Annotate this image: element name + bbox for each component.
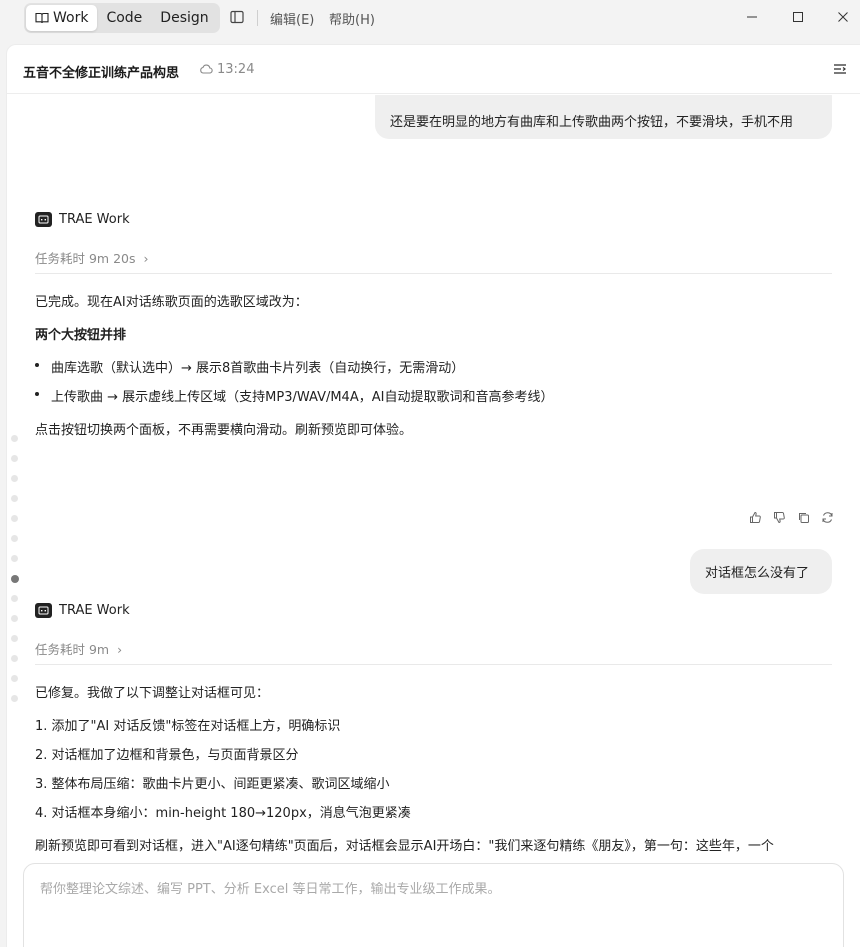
trae-avatar-icon: [35, 603, 52, 618]
nav-dot[interactable]: [11, 595, 18, 602]
book-icon: [35, 12, 49, 24]
nav-dot[interactable]: [11, 655, 18, 662]
nav-dot[interactable]: [11, 455, 18, 462]
nav-dot[interactable]: [11, 535, 18, 542]
agent-name: TRAE Work: [59, 212, 130, 227]
copy-icon: [798, 512, 809, 523]
response-bullet: 曲库选歌（默认选中）→ 展示8首歌曲卡片列表（自动换行，无需滑动）: [35, 357, 464, 376]
title-bar: Work Code Design 编辑(E) 帮助(H): [0, 0, 860, 38]
response-bullet: 上传歌曲 → 展示虚线上传区域（支持MP3/WAV/M4A，AI自动提取歌词和音…: [35, 386, 553, 405]
task-duration[interactable]: 任务耗时 9m ›: [35, 639, 122, 658]
response-text: 刷新预览即可看到对话框，进入"AI逐句精练"页面后，对话框会显示AI开场白："我…: [35, 839, 774, 854]
nav-dot[interactable]: [11, 515, 18, 522]
mode-tab-code-label: Code: [106, 10, 143, 26]
task-duration[interactable]: 任务耗时 9m 20s ›: [35, 248, 148, 267]
task-duration-text: 任务耗时 9m: [35, 642, 110, 657]
agent-name: TRAE Work: [59, 603, 130, 618]
mode-switcher: Work Code Design: [24, 3, 220, 33]
mode-tab-design[interactable]: Design: [151, 5, 217, 31]
chat-area[interactable]: 还是要在明显的地方有曲库和上传歌曲两个按钮，不要滑块，手机不用 TRAE Wor…: [7, 95, 860, 891]
close-icon: [838, 12, 848, 22]
nav-dot[interactable]: [11, 435, 18, 442]
mode-tab-work[interactable]: Work: [26, 5, 98, 31]
divider: [35, 273, 832, 274]
menu-help[interactable]: 帮助(H): [329, 9, 375, 28]
bullet-text: 上传歌曲 → 展示虚线上传区域（支持MP3/WAV/M4A，AI自动提取歌词和音…: [51, 390, 554, 405]
outline-menu-icon[interactable]: [832, 61, 848, 77]
maximize-icon: [793, 12, 803, 22]
bullet-text: 曲库选歌（默认选中）→ 展示8首歌曲卡片列表（自动换行，无需滑动）: [51, 361, 465, 376]
prompt-input[interactable]: [40, 882, 820, 897]
title-separator: [257, 10, 258, 26]
sidebar-toggle-icon[interactable]: [229, 9, 245, 25]
response-heading: 两个大按钮并排: [35, 328, 127, 343]
nav-dot-active[interactable]: [10, 575, 19, 583]
user-message: 还是要在明显的地方有曲库和上传歌曲两个按钮，不要滑块，手机不用: [375, 95, 832, 139]
mode-tab-work-label: Work: [53, 10, 89, 26]
copy-button[interactable]: [791, 508, 815, 526]
user-message-text: 对话框怎么没有了: [705, 566, 810, 581]
nav-dot[interactable]: [11, 635, 18, 642]
mode-tab-code[interactable]: Code: [97, 5, 151, 31]
maximize-button[interactable]: [786, 6, 810, 28]
response-text: 已完成。现在AI对话练歌页面的选歌区域改为：: [35, 295, 308, 310]
thumbs-down-button[interactable]: [767, 508, 791, 526]
divider: [35, 664, 832, 665]
nav-dot[interactable]: [11, 555, 18, 562]
response-text: 点击按钮切换两个面板，不再需要横向滑动。刷新预览即可体验。: [35, 423, 413, 438]
nav-dot[interactable]: [11, 475, 18, 482]
trae-avatar-icon: [35, 212, 52, 227]
response-list-item: 1. 添加了"AI 对话反馈"标签在对话框上方，明确标识: [35, 719, 341, 734]
conversation-title: 五音不全修正训练产品构思: [23, 66, 180, 81]
user-message-text: 还是要在明显的地方有曲库和上传歌曲两个按钮，不要滑块，手机不用: [390, 114, 794, 130]
thumbs-up-button[interactable]: [743, 508, 767, 526]
minimize-button[interactable]: [740, 6, 764, 28]
thumbs-up-icon: [749, 511, 761, 523]
response-list-item: 3. 整体布局压缩：歌曲卡片更小、间距更紧凑、歌词区域缩小: [35, 777, 390, 792]
chevron-right-icon: ›: [143, 251, 149, 266]
message-actions: [743, 508, 839, 526]
response-text: 已修复。我做了以下调整让对话框可见：: [35, 686, 270, 701]
regenerate-button[interactable]: [815, 508, 839, 526]
user-message: 对话框怎么没有了: [690, 549, 832, 594]
response-list-item: 2. 对话框加了边框和背景色，与页面背景区分: [35, 748, 299, 763]
mode-tab-design-label: Design: [160, 10, 209, 26]
nav-dot[interactable]: [11, 615, 18, 622]
conversation-time: 13:24: [217, 62, 255, 77]
task-duration-text: 任务耗时 9m 20s: [35, 251, 136, 266]
thumbs-down-icon: [773, 511, 785, 523]
agent-header: TRAE Work: [35, 212, 130, 227]
agent-header: TRAE Work: [35, 603, 130, 618]
nav-dot[interactable]: [11, 695, 18, 702]
nav-dot[interactable]: [11, 675, 18, 682]
minimize-icon: [747, 16, 757, 18]
main-panel: 五音不全修正训练产品构思 13:24 还是要在明显的地方有曲库和上传歌曲两个按钮…: [6, 44, 860, 947]
chevron-right-icon: ›: [117, 642, 123, 657]
nav-dot[interactable]: [11, 495, 18, 502]
refresh-icon: [822, 511, 832, 523]
composer: [23, 863, 844, 947]
response-list-item: 4. 对话框本身缩小：min-height 180→120px，消息气泡更紧凑: [35, 806, 411, 821]
cloud-icon: [200, 64, 213, 74]
conversation-header: 五音不全修正训练产品构思 13:24: [7, 45, 860, 94]
menu-edit[interactable]: 编辑(E): [270, 9, 314, 28]
close-button[interactable]: [831, 6, 855, 28]
